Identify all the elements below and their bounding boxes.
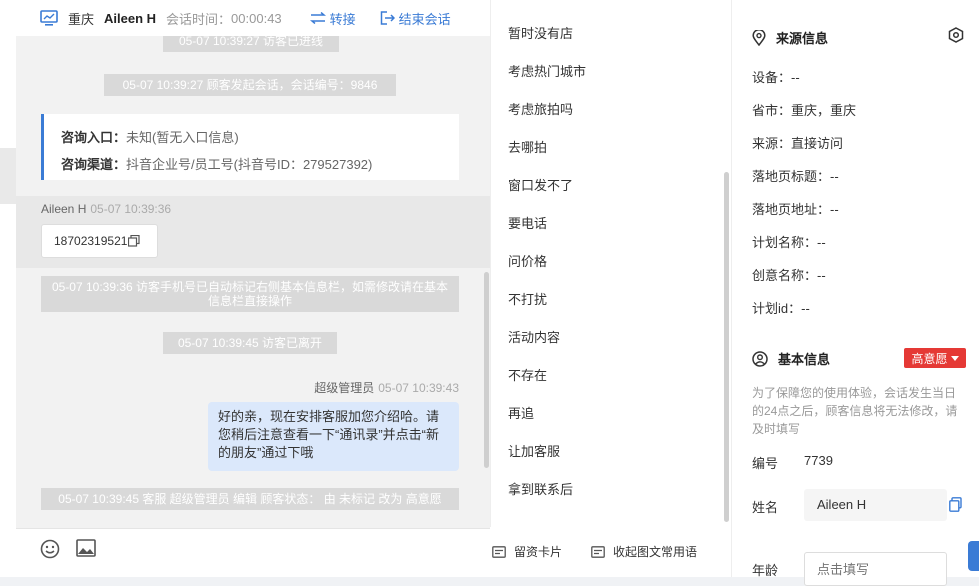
phrase-item[interactable]: 让加客服 [508, 441, 560, 460]
source-plan-name: 计划名称：-- [752, 235, 826, 250]
visitor-city: 重庆 [68, 11, 95, 27]
intent-badge-label: 高意愿 [911, 351, 948, 366]
consult-channel-row: 咨询渠道：抖音企业号/员工号(抖音号ID：279527392) [61, 151, 459, 178]
phrase-item[interactable]: 考虑热门城市 [508, 61, 586, 80]
chat-header: 重庆 Aileen H 会话时间： 00:00:43 转接 结束会话 [16, 0, 490, 36]
source-info-label: 来源信息 [776, 31, 829, 46]
consult-entry-value: 未知(暂无入口信息) [126, 130, 239, 145]
phrase-item[interactable]: 拿到联系后 [508, 479, 573, 498]
phrase-item[interactable]: 考虑旅拍吗 [508, 99, 573, 118]
lead-card-label: 留资卡片 [514, 545, 563, 559]
user-phone-message[interactable]: 18702319521 [41, 224, 158, 258]
user-message-meta: Aileen H 05-07 10:39:36 [41, 202, 171, 216]
user-message-time: 05-07 10:39:36 [90, 202, 172, 216]
phrase-item[interactable]: 窗口发不了 [508, 175, 573, 194]
system-message: 05-07 10:39:45 访客已离开 [163, 332, 337, 354]
visitor-name: Aileen H [104, 10, 157, 26]
source-creative-name: 创意名称：-- [752, 268, 826, 283]
consult-entry-row: 咨询入口：未知(暂无入口信息) [61, 124, 459, 151]
logout-icon [380, 11, 395, 25]
system-message: 05-07 10:39:27 访客已进线 [163, 36, 339, 52]
smile-icon[interactable] [40, 539, 60, 559]
copy-icon[interactable] [949, 497, 962, 512]
user-circle-icon [752, 350, 768, 367]
consult-entry-label: 咨询入口： [61, 130, 127, 145]
session-time: 00:00:43 [231, 10, 282, 26]
end-session-button[interactable]: 结束会话 [380, 9, 451, 28]
customer-name-label: 姓名 [752, 500, 779, 515]
phrases-footer: 留资卡片 收起图文常用语 [490, 527, 731, 577]
source-plan-id: 计划id：-- [752, 301, 810, 316]
intent-badge[interactable]: 高意愿 [904, 348, 966, 368]
customer-name-field[interactable]: Aileen H [804, 489, 947, 521]
agent-message-meta: 超级管理员 05-07 10:39:43 [314, 379, 459, 396]
chat-panel: 05-07 10:39:27 访客已进线 05-07 10:39:27 顾客发起… [16, 0, 490, 577]
customer-age-input[interactable] [804, 552, 947, 586]
source-origin: 来源：直接访问 [752, 136, 844, 151]
transfer-label: 转接 [329, 11, 356, 27]
basic-info-label: 基本信息 [778, 352, 831, 367]
session-time-label: 会话时间： [166, 11, 232, 27]
customer-info-panel: 来源信息 设备：-- 省市：重庆，重庆 来源：直接访问 落地页标题：-- 落地页… [731, 0, 979, 586]
user-phone: 18702319521 [54, 234, 128, 248]
end-session-label: 结束会话 [398, 11, 451, 27]
customer-age-label: 年龄 [752, 563, 779, 578]
phrase-item[interactable]: 要电话 [508, 213, 547, 232]
source-info-title: 来源信息 [752, 28, 828, 47]
source-landing-url: 落地页地址：-- [752, 202, 839, 217]
phrase-item[interactable]: 不打扰 [508, 289, 547, 308]
edit-deadline-note: 为了保障您的使用体验，会话发生当日的24点之后，顾客信息将无法修改，请及时填写 [752, 386, 958, 436]
monitor-icon [40, 10, 58, 26]
chat-input-toolbar [16, 528, 490, 577]
lead-card-button[interactable]: 留资卡片 [492, 543, 562, 560]
source-landing-title: 落地页标题：-- [752, 169, 839, 184]
phrase-item[interactable]: 问价格 [508, 251, 547, 270]
agent-message-bubble: 好的亲，现在安排客服加您介绍哈。请您稍后注意查看一下“通讯录”并点击“新的朋友”… [208, 402, 459, 471]
transfer-button[interactable]: 转接 [309, 9, 356, 28]
quick-phrases-panel: 暂时没有店 考虑热门城市 考虑旅拍吗 去哪拍 窗口发不了 要电话 问价格 不打扰… [490, 0, 731, 527]
transfer-icon [309, 12, 326, 24]
phrases-scrollbar[interactable] [724, 172, 729, 522]
system-message: 05-07 10:39:27 顾客发起会话，会话编号：9846 [104, 74, 396, 96]
phrase-item[interactable]: 不存在 [508, 365, 547, 384]
phrase-item[interactable]: 去哪拍 [508, 137, 547, 156]
consult-info-card: 咨询入口：未知(暂无入口信息) 咨询渠道：抖音企业号/员工号(抖音号ID：279… [41, 114, 459, 180]
phrase-item[interactable]: 暂时没有店 [508, 23, 573, 42]
source-province-city: 省市：重庆，重庆 [752, 103, 857, 118]
caret-down-icon [950, 355, 959, 361]
system-message: 05-07 10:39:45 客服 超级管理员 编辑 顾客状态： 由 未标记 改… [41, 488, 459, 510]
chat-scrollbar[interactable] [484, 272, 489, 468]
collapse-phrases-label: 收起图文常用语 [613, 545, 698, 559]
collapse-phrases-button[interactable]: 收起图文常用语 [591, 543, 697, 560]
copy-icon[interactable] [128, 235, 141, 247]
phrase-item[interactable]: 再追 [508, 403, 534, 422]
image-icon[interactable] [76, 539, 96, 557]
basic-info-title: 基本信息 [752, 349, 830, 368]
customer-id-label: 编号 [752, 456, 779, 471]
card-icon [492, 545, 506, 558]
target-icon[interactable] [948, 27, 964, 43]
message-icon [591, 545, 605, 558]
system-message: 05-07 10:39:36 访客手机号已自动标记右侧基本信息栏，如需修改请在基… [41, 276, 459, 312]
location-pin-icon [752, 29, 766, 46]
phrase-item[interactable]: 活动内容 [508, 327, 560, 346]
message-list: 05-07 10:39:27 访客已进线 05-07 10:39:27 顾客发起… [16, 36, 490, 528]
customer-id-value: 7739 [804, 453, 833, 468]
agent-name: 超级管理员 [314, 381, 375, 395]
source-device: 设备：-- [752, 70, 800, 85]
agent-message-time: 05-07 10:39:43 [378, 381, 459, 395]
left-strip-tab[interactable] [0, 148, 16, 204]
left-strip [0, 0, 16, 577]
floating-side-tab[interactable] [968, 541, 979, 571]
user-name: Aileen H [41, 202, 87, 216]
consult-channel-value: 抖音企业号/员工号(抖音号ID：279527392) [126, 157, 373, 172]
consult-channel-label: 咨询渠道： [61, 157, 127, 172]
